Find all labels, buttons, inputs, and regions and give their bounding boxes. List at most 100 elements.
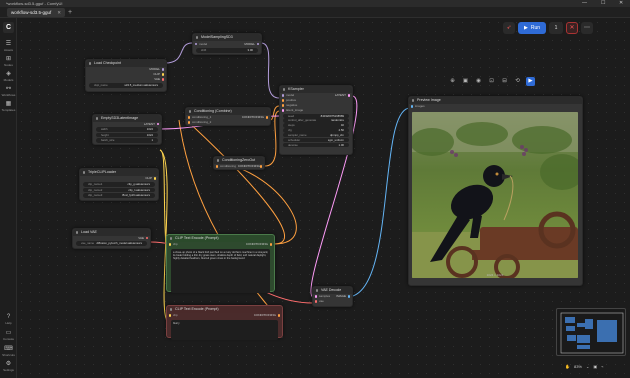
sidebar-item-help[interactable]: ? Help [0,314,17,325]
input-slot[interactable] [195,42,198,46]
more-icon[interactable]: ⋯ [581,21,594,34]
select-icon[interactable]: ▣ [461,77,470,86]
node-ksampler[interactable]: KSampler model LATENT positive negative … [279,85,353,155]
input-slot[interactable] [188,116,191,119]
output-slot[interactable] [145,237,148,240]
input-slot[interactable] [315,295,318,298]
output-slot[interactable] [347,295,350,298]
denoise-widget[interactable]: denoise 1.00 [283,142,349,148]
clip-name1-widget[interactable]: clip_name1 clip_g.safetensors [83,182,155,187]
sidebar-item-templates[interactable]: ▦ Templates [0,101,17,112]
node-triple-clip-loader[interactable]: TripleCLIPLoader CLIP clip_name1 clip_g.… [79,168,159,201]
chevron-down-icon[interactable]: ⌄ [586,364,589,369]
output-slot[interactable] [277,314,280,317]
output-slot[interactable] [161,78,164,81]
control-after-generate-widget[interactable]: control_after_generate randomize [283,118,349,123]
node-io-row: conditioning CONDITIONING [214,164,264,169]
input-slot[interactable] [411,105,414,108]
clip-name3-widget[interactable]: clip_name3 t5xxl_fp16.safetensors [83,193,155,198]
output-slot[interactable] [256,42,259,46]
refresh-icon[interactable]: ⟲ [513,77,522,86]
sidebar-item-assets[interactable]: ☰ Assets [0,41,17,52]
node-empty-latent[interactable]: EmptySD3LatentImage LATENT width 1024 he… [92,114,162,145]
graph-canvas[interactable]: ModelSamplingSD3 model MODEL shift 3.00 … [17,18,630,378]
ckpt-name-widget[interactable]: ckpt_name sd3.5_medium.safetensors [89,83,163,88]
queue-count-input[interactable]: 1 [549,21,564,34]
widget-label: seed [288,113,295,118]
node-conditioning-combine[interactable]: Conditioning (Combine) conditioning_1 CO… [185,107,271,126]
fit-view-icon[interactable]: ⊕ [448,77,457,86]
cfg-widget[interactable]: cfg 4.50 [283,128,349,133]
image-size-caption: 1024 × 1024 [486,273,504,277]
run-controls: ➶ ▶ Run 1 ✕ ⋯ [503,21,594,34]
sidebar-item-settings[interactable]: ⚙ Settings [0,361,17,372]
output-slot[interactable] [265,116,268,119]
node-clip-text-encode-negative[interactable]: CLIP Text Encode (Prompt) clip CONDITION… [166,305,283,340]
output-slot[interactable] [161,73,164,76]
tab-close-icon[interactable]: ✕ [57,10,61,15]
height-widget[interactable]: height 1024 [96,132,158,137]
close-icon[interactable]: ✕ [619,0,623,6]
node-vae-decode[interactable]: VAE Decode samples IMAGE vae [312,286,353,307]
tab-workflow[interactable]: workflow-sd3.5-gguf ✕ [7,8,66,17]
node-model-sampling[interactable]: ModelSamplingSD3 model MODEL shift 3.00 [192,33,262,55]
output-slot[interactable] [259,165,262,168]
output-slot[interactable] [161,68,164,71]
canvas-toolbar: ⊕ ▣ ◉ ⊡ ⊟ ⟲ ▶ [448,76,535,86]
sidebar-item-models[interactable]: ◈ Models [0,71,17,82]
hand-icon[interactable]: ✋ [565,364,570,369]
input-slot[interactable] [315,300,318,303]
input-slot[interactable] [188,121,191,124]
comfy-logo[interactable]: C [3,22,14,33]
sidebar-item-nodes[interactable]: ⊞ Nodes [0,56,17,67]
widget-value: 1 [151,138,153,142]
input-slot[interactable] [216,165,219,168]
node-load-checkpoint[interactable]: Load Checkpoint MODEL CLIP VAE ckpt_name… [85,59,167,92]
sampler-name-widget[interactable]: sampler_name dpmpp_2m [283,133,349,138]
output-slot[interactable] [347,94,350,97]
node-io-row: VAE [86,77,166,82]
input-slot[interactable] [169,243,172,246]
vae-name-widget[interactable]: vae_name diffusion_pytorch_model.safeten… [76,241,147,246]
input-slot[interactable] [282,109,285,112]
minimize-icon[interactable]: — [582,0,587,6]
rocket-icon[interactable]: ➶ [503,21,515,34]
maximize-icon[interactable]: ☐ [601,0,605,6]
scheduler-widget[interactable]: scheduler sgm_uniform [283,138,349,143]
zoom-value[interactable]: 83% [574,364,582,369]
prompt-textarea[interactable]: a close-up photo of a black bird perched… [171,249,270,293]
execute-icon[interactable]: ▶ [526,76,535,86]
output-slot[interactable] [269,243,272,246]
minimap[interactable] [556,308,626,356]
input-slot[interactable] [282,94,285,97]
prompt-textarea[interactable]: blurry [171,320,278,340]
clip-name2-widget[interactable]: clip_name2 clip_l.safetensors [83,187,155,192]
widget-value: 40 [340,123,344,128]
sidebar-item-label: Shortcuts [2,353,15,357]
seed-widget[interactable]: seed 840320975168589 [283,113,349,118]
add-tab-button[interactable]: + [68,8,72,17]
output-slot[interactable] [156,123,159,126]
node-load-vae[interactable]: Load VAE VAE vae_name diffusion_pytorch_… [72,228,151,249]
node-conditioning-zero-out[interactable]: ConditioningZeroOut conditioning CONDITI… [213,156,265,170]
batch-size-widget[interactable]: batch_size 1 [96,138,158,143]
stop-button[interactable]: ✕ [566,21,579,34]
minimap-toggle-icon[interactable]: ▣ [593,364,597,369]
bypass-icon[interactable]: ⊡ [487,77,496,86]
run-button[interactable]: ▶ Run [518,21,547,34]
steps-widget[interactable]: steps 40 [283,123,349,128]
shift-widget[interactable]: shift 3.00 [196,48,258,53]
sidebar-item-workflows[interactable]: ⚯ Workflows [0,86,17,97]
node-clip-text-encode-positive[interactable]: CLIP Text Encode (Prompt) clip CONDITION… [166,234,275,293]
pin-icon[interactable]: ⊟ [500,77,509,86]
node-preview-image[interactable]: Preview Image images 1024 × 1024 [408,96,583,286]
color-icon[interactable]: ◉ [474,77,483,86]
link-visibility-icon[interactable]: ⌁ [601,364,603,369]
input-slot[interactable] [169,314,172,317]
output-slot[interactable] [153,177,156,180]
input-slot[interactable] [282,99,285,102]
sidebar-item-shortcuts[interactable]: ⌨ Shortcuts [0,346,17,357]
sidebar-item-console[interactable]: ▭ Console [0,330,17,341]
width-widget[interactable]: width 1024 [96,127,158,132]
input-slot[interactable] [282,104,285,107]
